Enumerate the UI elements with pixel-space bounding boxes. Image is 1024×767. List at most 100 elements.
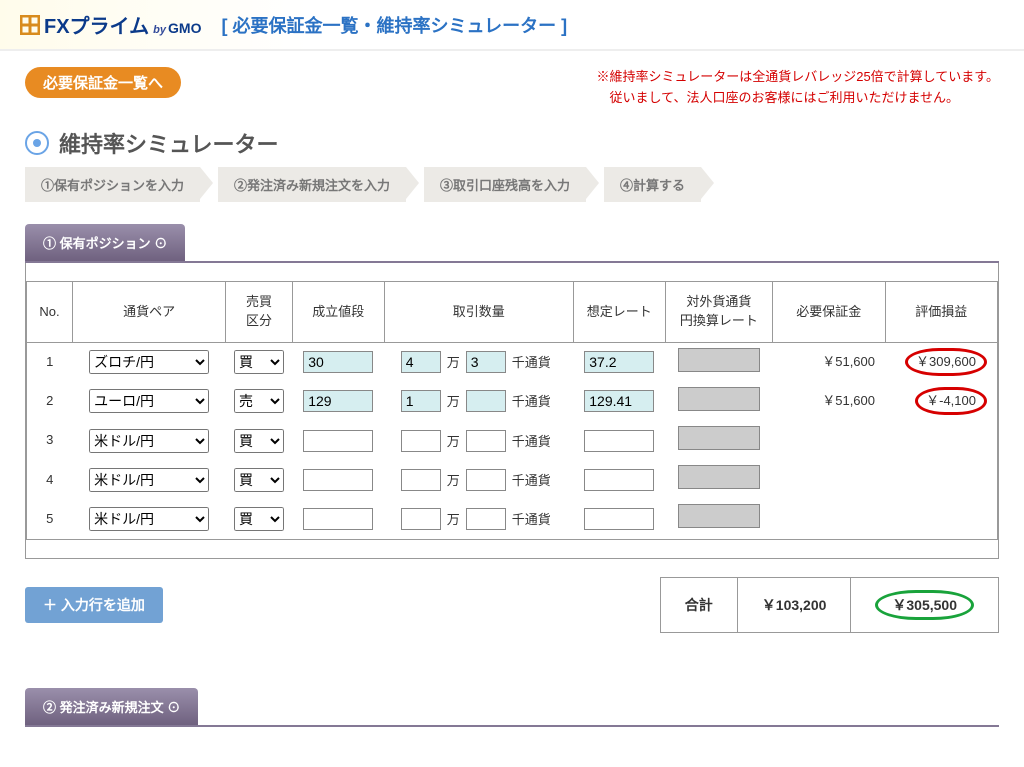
totals-pl: ￥305,500 [851, 577, 999, 632]
unit-man: 万 [447, 394, 460, 409]
fx-rate-box [678, 504, 760, 528]
cell-no: 4 [27, 460, 73, 499]
table-row: 2 ユーロ/円 売 万 千通貨 ￥51,600￥-4,100 [27, 382, 998, 421]
qty-sen-input[interactable] [466, 390, 506, 412]
margin-cell [773, 421, 885, 460]
qty-man-input[interactable] [401, 469, 441, 491]
unit-sen: 千通貨 [512, 473, 551, 488]
pl-cell: ￥309,600 [885, 342, 998, 382]
qty-man-input[interactable] [401, 508, 441, 530]
col-pair: 通貨ペア [72, 281, 225, 342]
unit-sen: 千通貨 [512, 355, 551, 370]
rate-input[interactable] [584, 390, 654, 412]
pl-cell [885, 499, 998, 539]
qty-man-input[interactable] [401, 390, 441, 412]
col-margin: 必要保証金 [773, 281, 885, 342]
table-row: 1 ズロチ/円 買 万 千通貨 ￥51,600￥309,600 [27, 342, 998, 382]
price-input[interactable] [303, 390, 373, 412]
pl-cell [885, 460, 998, 499]
step-2: ②発注済み新規注文を入力 [218, 167, 406, 202]
qty-sen-input[interactable] [466, 430, 506, 452]
section-title: 維持率シミュレーター [25, 127, 999, 159]
fx-rate-box [678, 387, 760, 411]
totals-margin: ￥103,200 [737, 577, 851, 632]
table-row: 5米ドル/円買万千通貨 [27, 499, 998, 539]
col-qty: 取引数量 [384, 281, 573, 342]
qty-sen-input[interactable] [466, 508, 506, 530]
fx-rate-box [678, 426, 760, 450]
rate-input[interactable] [584, 469, 654, 491]
margin-cell [773, 499, 885, 539]
margin-list-link[interactable]: 必要保証金一覧へ [25, 67, 181, 98]
positions-panel: No. 通貨ペア 売買区分 成立値段 取引数量 想定レート 対外貨通貨円換算レー… [25, 263, 999, 559]
add-row-button[interactable]: ＋ 入力行を追加 [25, 587, 163, 623]
step-indicator: ①保有ポジションを入力 ②発注済み新規注文を入力 ③取引口座残高を入力 ④計算す… [25, 167, 999, 202]
cell-no: 5 [27, 499, 73, 539]
warning-line1: ※維持率シミュレーターは全通貨レバレッジ25倍で計算しています。 [596, 67, 999, 88]
logo-icon [20, 15, 40, 35]
rate-input[interactable] [584, 508, 654, 530]
brand-main: FXプライム [44, 10, 149, 39]
price-input[interactable] [303, 469, 373, 491]
cell-no: 1 [27, 342, 73, 382]
brand-logo: FXプライム by GMO [20, 10, 201, 39]
col-fxrate: 対外貨通貨円換算レート [665, 281, 772, 342]
positions-table: No. 通貨ペア 売買区分 成立値段 取引数量 想定レート 対外貨通貨円換算レー… [26, 281, 998, 540]
brand-gmo: GMO [168, 20, 201, 36]
brand-by: by [153, 24, 166, 36]
margin-cell [773, 460, 885, 499]
pair-select[interactable]: ズロチ/円 [89, 350, 209, 374]
side-select[interactable]: 買 [234, 429, 284, 453]
pl-cell [885, 421, 998, 460]
col-pl: 評価損益 [885, 281, 998, 342]
unit-man: 万 [447, 434, 460, 449]
side-select[interactable]: 買 [234, 350, 284, 374]
qty-man-input[interactable] [401, 430, 441, 452]
cell-no: 3 [27, 421, 73, 460]
tab-positions[interactable]: ① 保有ポジション ⊙ [25, 224, 185, 261]
step-3: ③取引口座残高を入力 [424, 167, 586, 202]
unit-sen: 千通貨 [512, 434, 551, 449]
target-icon [25, 131, 49, 155]
col-rate: 想定レート [573, 281, 665, 342]
col-side: 売買区分 [226, 281, 292, 342]
totals-label: 合計 [660, 577, 737, 632]
totals-table: 合計 ￥103,200 ￥305,500 [660, 577, 999, 633]
price-input[interactable] [303, 430, 373, 452]
pair-select[interactable]: ユーロ/円 [89, 389, 209, 413]
side-select[interactable]: 売 [234, 389, 284, 413]
totals-pl-value: ￥305,500 [875, 590, 974, 620]
qty-sen-input[interactable] [466, 469, 506, 491]
cell-no: 2 [27, 382, 73, 421]
page-header-title: [ 必要保証金一覧・維持率シミュレーター ] [221, 12, 567, 38]
tab-pending-orders[interactable]: ② 発注済み新規注文 ⊙ [25, 688, 198, 725]
fx-rate-box [678, 348, 760, 372]
unit-man: 万 [447, 355, 460, 370]
pair-select[interactable]: 米ドル/円 [89, 507, 209, 531]
warning-text: ※維持率シミュレーターは全通貨レバレッジ25倍で計算しています。 従いまして、法… [596, 67, 999, 109]
unit-sen: 千通貨 [512, 394, 551, 409]
step-1: ①保有ポジションを入力 [25, 167, 200, 202]
table-row: 4 米ドル/円 買 万 千通貨 [27, 460, 998, 499]
price-input[interactable] [303, 508, 373, 530]
header-bar: FXプライム by GMO [ 必要保証金一覧・維持率シミュレーター ] [0, 0, 1024, 51]
pl-cell: ￥-4,100 [885, 382, 998, 421]
pair-select[interactable]: 米ドル/円 [89, 429, 209, 453]
margin-cell: ￥51,600 [773, 342, 885, 382]
col-no: No. [27, 281, 73, 342]
rate-input[interactable] [584, 351, 654, 373]
fx-rate-box [678, 465, 760, 489]
step-4: ④計算する [604, 167, 701, 202]
qty-sen-input[interactable] [466, 351, 506, 373]
pair-select[interactable]: 米ドル/円 [89, 468, 209, 492]
side-select[interactable]: 買 [234, 507, 284, 531]
rate-input[interactable] [584, 430, 654, 452]
margin-cell: ￥51,600 [773, 382, 885, 421]
price-input[interactable] [303, 351, 373, 373]
qty-man-input[interactable] [401, 351, 441, 373]
unit-man: 万 [447, 512, 460, 527]
warning-line2: 従いまして、法人口座のお客様にはご利用いただけません。 [596, 88, 999, 109]
side-select[interactable]: 買 [234, 468, 284, 492]
col-price: 成立値段 [292, 281, 384, 342]
unit-man: 万 [447, 473, 460, 488]
